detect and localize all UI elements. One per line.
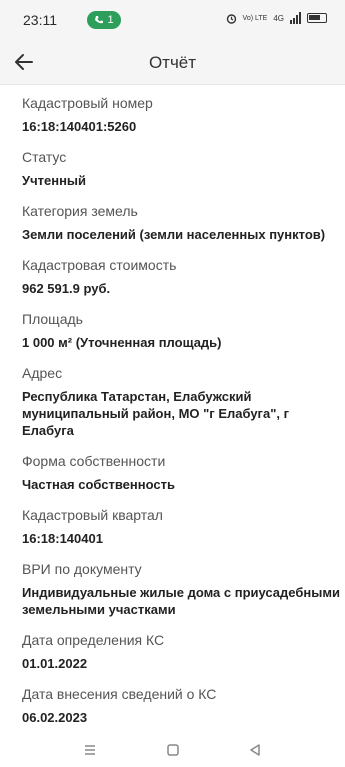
field-cadastral-block: Кадастровый квартал 16:18:140401 xyxy=(22,506,340,547)
field-label: Площадь xyxy=(22,311,83,327)
field-label: Дата внесения сведений о КС xyxy=(22,686,217,702)
report-fields: Кадастровый номер 16:18:140401:5260 Стат… xyxy=(22,94,340,739)
field-value: Учтенный xyxy=(22,173,87,188)
field-label: Категория земель xyxy=(22,203,138,219)
back-icon xyxy=(250,744,260,756)
alarm-icon xyxy=(226,13,236,24)
field-permitted-use: ВРИ по документу Индивидуальные жилые до… xyxy=(22,560,340,618)
home-button[interactable] xyxy=(163,740,183,760)
signal-icon xyxy=(290,12,301,24)
menu-icon xyxy=(85,745,95,755)
status-icons: Vo) LTE 4G xyxy=(226,12,327,24)
field-cost-entry-date: Дата внесения сведений о КС 06.02.2023 xyxy=(22,685,340,726)
field-value: 962 591.9 руб. xyxy=(22,281,111,296)
system-nav-bar xyxy=(0,732,345,767)
field-value: Земли поселений (земли населенных пункто… xyxy=(22,227,326,242)
field-label: Адрес xyxy=(22,365,63,381)
nav-back-button[interactable] xyxy=(245,740,265,760)
volte-icon: Vo) LTE xyxy=(242,14,268,22)
field-value: 16:18:140401:5260 xyxy=(22,119,137,134)
field-cost-date: Дата определения КС 01.01.2022 xyxy=(22,631,340,672)
field-address: Адрес Республика Татарстан, Елабужский м… xyxy=(22,364,340,439)
field-value: 06.02.2023 xyxy=(22,710,88,725)
status-time: 23:11 xyxy=(23,12,57,28)
home-icon xyxy=(167,744,179,756)
field-value: 01.01.2022 xyxy=(22,656,88,671)
field-value: Частная собственность xyxy=(22,477,175,492)
battery-icon xyxy=(307,13,327,23)
field-label: Форма собственности xyxy=(22,453,166,469)
call-chip-count: 1 xyxy=(107,14,114,26)
call-chip[interactable]: 1 xyxy=(87,11,121,29)
field-label: Кадастровый квартал xyxy=(22,507,163,523)
field-value: 1 000 м² (Уточненная площадь) xyxy=(22,335,222,350)
phone-icon xyxy=(95,16,104,24)
status-bar: 23:11 1 Vo) LTE 4G xyxy=(0,0,345,40)
field-value: Республика Татарстан, Елабужский муницип… xyxy=(22,389,290,438)
field-ownership: Форма собственности Частная собственност… xyxy=(22,452,340,493)
field-status: Статус Учтенный xyxy=(22,148,340,189)
recents-button[interactable] xyxy=(80,740,100,760)
field-label: Дата определения КС xyxy=(22,632,165,648)
field-label: ВРИ по документу xyxy=(22,561,142,577)
field-value: 16:18:140401 xyxy=(22,531,103,546)
field-label: Кадастровая стоимость xyxy=(22,257,177,273)
field-cadastral-number: Кадастровый номер 16:18:140401:5260 xyxy=(22,94,340,135)
field-land-category: Категория земель Земли поселений (земли … xyxy=(22,202,340,243)
app-header: Отчёт xyxy=(0,40,345,85)
field-cadastral-cost: Кадастровая стоимость 962 591.9 руб. xyxy=(22,256,340,297)
4g-icon: 4G xyxy=(273,13,284,23)
page-title: Отчёт xyxy=(148,53,197,72)
field-value: Индивидуальные жилые дома с приусадебным… xyxy=(22,585,340,617)
field-label: Кадастровый номер xyxy=(22,95,153,111)
field-area: Площадь 1 000 м² (Уточненная площадь) xyxy=(22,310,340,351)
field-label: Статус xyxy=(22,149,67,165)
